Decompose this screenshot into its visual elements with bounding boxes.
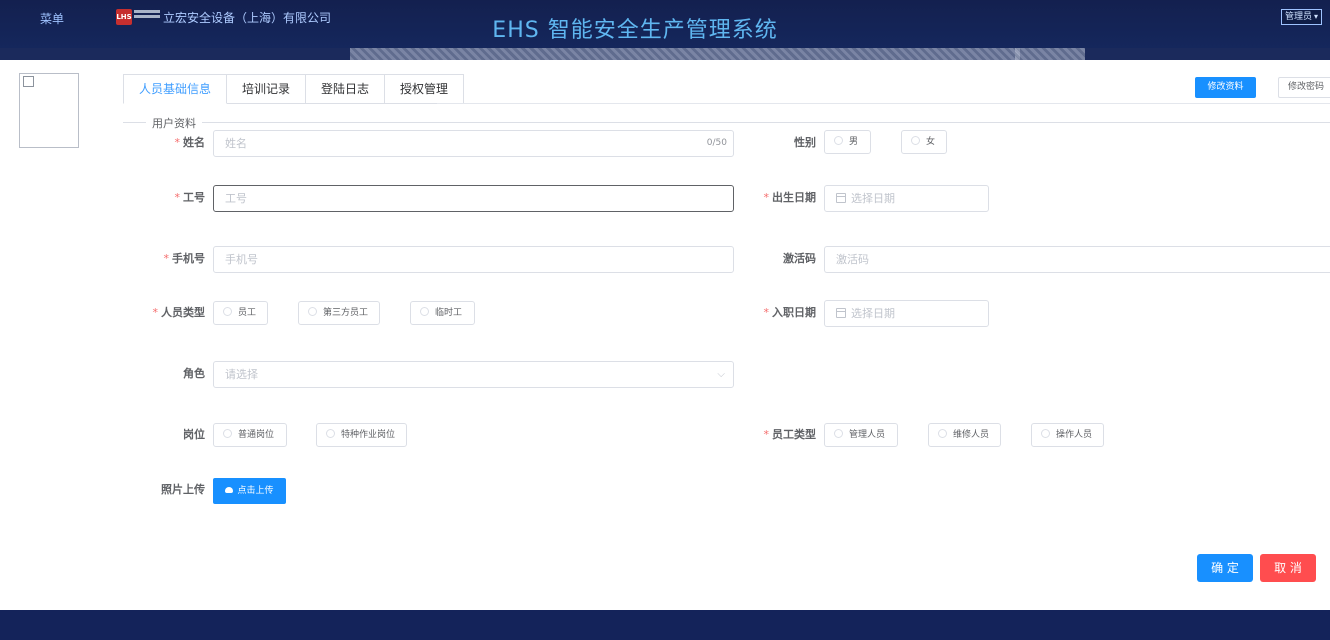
tab-training-records[interactable]: 培训记录: [227, 74, 307, 104]
name-label: * 姓名: [174, 136, 206, 149]
phone-input[interactable]: 手机号: [213, 246, 734, 273]
chevron-down-icon: ⌵: [717, 369, 725, 380]
person-type-radio-employee[interactable]: 员工: [213, 301, 268, 325]
position-radio-normal[interactable]: 普通岗位: [213, 423, 287, 447]
hire-date-label: * 入职日期: [763, 306, 817, 319]
change-password-button[interactable]: 修改密码: [1278, 77, 1330, 98]
upload-button[interactable]: 点击上传: [213, 478, 286, 504]
top-header: 菜单 LHS 立宏安全设备（上海）有限公司 EHS 智能安全生产管理系统 管理员…: [0, 0, 1330, 48]
decoration-stripe: [1015, 48, 1085, 60]
cloud-upload-icon: [225, 487, 234, 493]
section-divider: [123, 122, 1330, 123]
radio-circle-icon: [911, 136, 920, 145]
user-role-label: 管理员: [1284, 12, 1312, 22]
phone-placeholder: 手机号: [225, 253, 258, 266]
tab-divider: [437, 103, 1330, 104]
radio-circle-icon: [326, 429, 335, 438]
confirm-button[interactable]: 确 定: [1197, 554, 1253, 582]
decoration-stripe: [350, 48, 1020, 60]
radio-circle-icon: [938, 429, 947, 438]
gender-radio-female[interactable]: 女: [901, 130, 947, 154]
tab-login-log[interactable]: 登陆日志: [306, 74, 386, 104]
role-label: 角色: [183, 367, 205, 380]
header-decoration: [0, 48, 1330, 60]
system-title: EHS 智能安全生产管理系统: [492, 18, 778, 43]
activation-code-label: 激活码: [783, 252, 816, 265]
employee-id-placeholder: 工号: [225, 192, 247, 205]
employee-id-input[interactable]: 工号: [213, 185, 734, 212]
position-radio-special[interactable]: 特种作业岗位: [316, 423, 407, 447]
employee-id-label: * 工号: [174, 191, 206, 204]
hire-date-picker[interactable]: 选择日期: [824, 300, 989, 327]
tab-bar: 人员基础信息 培训记录 登陆日志 授权管理: [123, 74, 465, 104]
radio-circle-icon: [308, 307, 317, 316]
phone-label: * 手机号: [163, 252, 206, 265]
radio-circle-icon: [1041, 429, 1050, 438]
activation-code-placeholder: 激活码: [836, 253, 869, 266]
birth-date-picker[interactable]: 选择日期: [824, 185, 989, 212]
staff-type-radio-operator[interactable]: 操作人员: [1031, 423, 1104, 447]
name-input[interactable]: 姓名 0/50: [213, 130, 734, 157]
role-placeholder: 请选择: [225, 368, 258, 381]
radio-circle-icon: [420, 307, 429, 316]
radio-circle-icon: [834, 429, 843, 438]
calendar-icon: [836, 308, 846, 318]
birth-date-label: * 出生日期: [763, 191, 817, 204]
radio-circle-icon: [223, 307, 232, 316]
name-char-counter: 0/50: [706, 138, 727, 148]
cancel-button[interactable]: 取 消: [1260, 554, 1316, 582]
chevron-down-icon: ▾: [1313, 12, 1318, 21]
tab-basic-info[interactable]: 人员基础信息: [123, 74, 228, 104]
staff-type-radio-maintenance[interactable]: 维修人员: [928, 423, 1001, 447]
position-label: 岗位: [183, 428, 205, 441]
person-type-radio-temporary[interactable]: 临时工: [410, 301, 475, 325]
radio-circle-icon: [834, 136, 843, 145]
avatar-checkbox[interactable]: [23, 76, 34, 87]
tab-authorization[interactable]: 授权管理: [385, 74, 465, 104]
name-placeholder: 姓名: [225, 137, 247, 150]
staff-type-label: * 员工类型: [763, 428, 817, 441]
section-title: 用户资料: [146, 115, 202, 131]
gender-radio-male[interactable]: 男: [824, 130, 871, 154]
person-type-radio-third-party[interactable]: 第三方员工: [298, 301, 380, 325]
person-type-label: * 人员类型: [152, 306, 206, 319]
user-role-dropdown[interactable]: 管理员 ▾: [1280, 9, 1322, 25]
activation-code-input[interactable]: 激活码: [824, 246, 1330, 273]
staff-type-radio-management[interactable]: 管理人员: [824, 423, 898, 447]
radio-circle-icon: [223, 429, 232, 438]
avatar-placeholder: [19, 73, 79, 148]
edit-profile-button[interactable]: 修改资料: [1195, 77, 1256, 98]
calendar-icon: [836, 193, 846, 203]
role-select[interactable]: 请选择 ⌵: [213, 361, 734, 388]
gender-label: 性别: [794, 136, 816, 149]
photo-label: 照片上传: [161, 483, 205, 496]
bottom-bar: [0, 610, 1330, 640]
main-panel: 人员基础信息 培训记录 登陆日志 授权管理 修改资料 修改密码 用户资料 * 姓名…: [0, 60, 1330, 610]
